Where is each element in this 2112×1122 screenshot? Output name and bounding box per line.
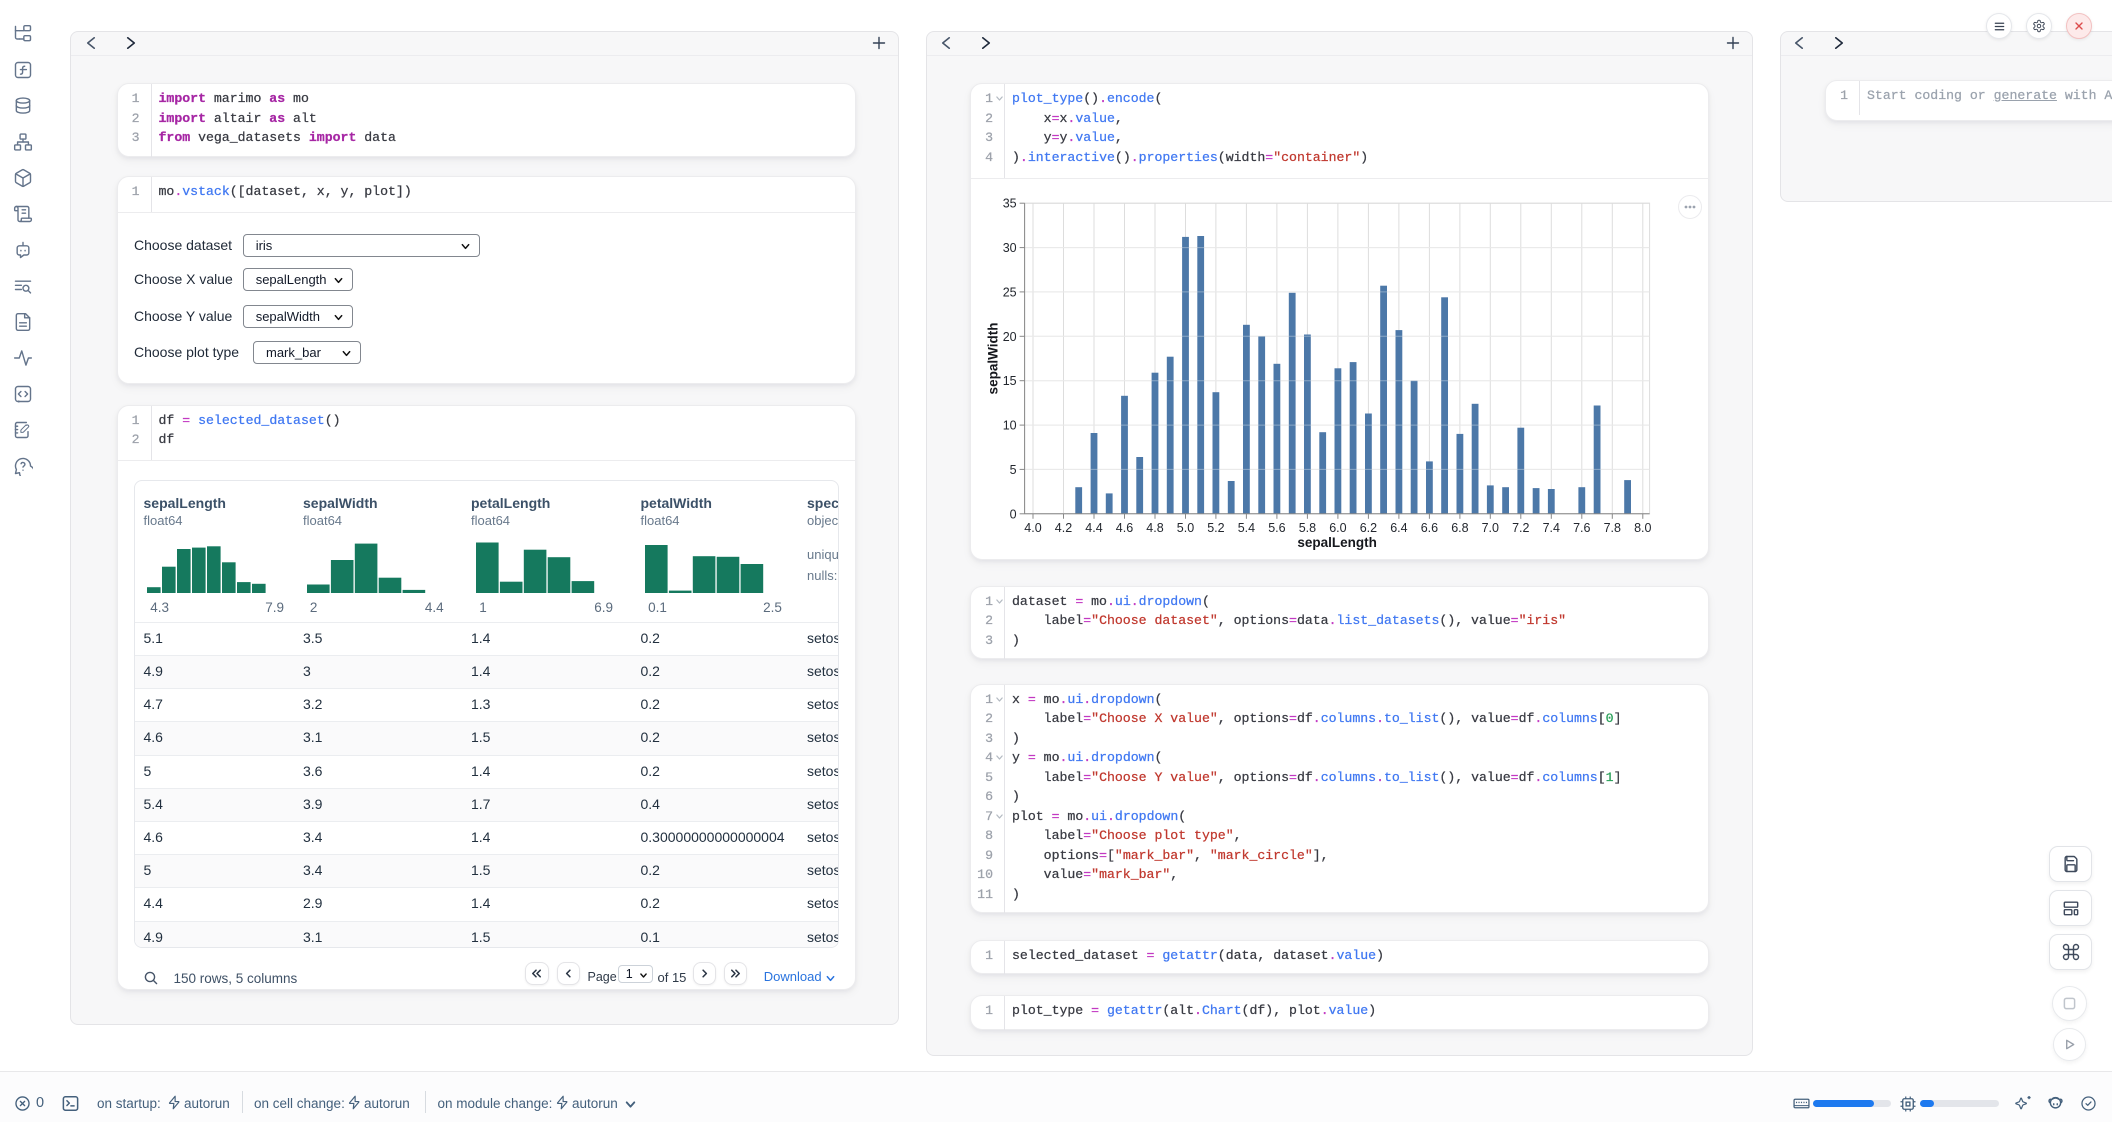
svg-text:sepalWidth: sepalWidth [986,323,1001,395]
svg-text:5.4: 5.4 [1238,521,1255,535]
svg-text:5.8: 5.8 [1299,521,1316,535]
svg-text:4.2: 4.2 [1055,521,1072,535]
svg-text:7.0: 7.0 [1482,521,1499,535]
svg-text:6.8: 6.8 [1451,521,1468,535]
svg-text:7.6: 7.6 [1573,521,1590,535]
svg-text:4.4: 4.4 [1085,521,1102,535]
svg-text:10: 10 [1003,419,1017,433]
svg-text:7.8: 7.8 [1604,521,1621,535]
svg-text:30: 30 [1003,241,1017,255]
svg-text:35: 35 [1003,197,1017,211]
svg-text:6.2: 6.2 [1360,521,1377,535]
svg-text:15: 15 [1003,374,1017,388]
svg-text:4.0: 4.0 [1024,521,1041,535]
svg-text:7.2: 7.2 [1512,521,1529,535]
svg-text:25: 25 [1003,285,1017,299]
svg-text:0: 0 [1010,507,1017,521]
svg-text:5.0: 5.0 [1177,521,1194,535]
svg-text:6.6: 6.6 [1421,521,1438,535]
svg-text:6.4: 6.4 [1390,521,1407,535]
svg-text:7.4: 7.4 [1543,521,1560,535]
svg-text:5.2: 5.2 [1207,521,1224,535]
svg-text:5: 5 [1010,463,1017,477]
svg-text:5.6: 5.6 [1268,521,1285,535]
svg-text:4.8: 4.8 [1146,521,1163,535]
svg-text:4.6: 4.6 [1116,521,1133,535]
svg-text:20: 20 [1003,330,1017,344]
svg-text:8.0: 8.0 [1634,521,1651,535]
svg-text:6.0: 6.0 [1329,521,1346,535]
svg-text:sepalLength: sepalLength [1297,535,1377,550]
